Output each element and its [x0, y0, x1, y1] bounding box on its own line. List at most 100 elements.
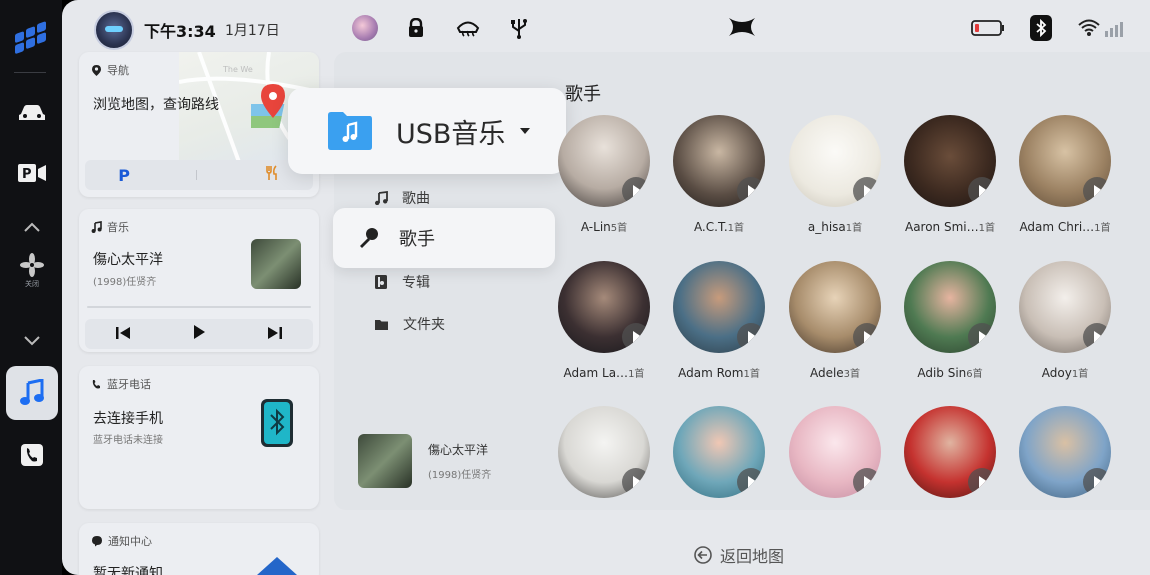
play-icon[interactable] — [192, 324, 206, 344]
progress-bar[interactable] — [87, 306, 311, 308]
nav-card-header: 导航 — [91, 62, 129, 78]
artist-photo — [558, 115, 650, 207]
play-icon[interactable] — [1083, 468, 1111, 496]
music-card-header: 音乐 — [91, 219, 129, 235]
navigation-card[interactable]: The We 导航 浏览地图，查询路线 P — [79, 52, 319, 197]
menu-songs[interactable]: 歌曲 — [374, 188, 430, 208]
play-icon[interactable] — [622, 468, 650, 496]
fan-button[interactable]: 关闭 — [6, 248, 58, 294]
artist-item[interactable] — [895, 406, 1005, 498]
play-icon[interactable] — [968, 468, 996, 496]
defrost-icon[interactable] — [454, 14, 482, 42]
car-icon[interactable] — [6, 90, 58, 136]
artist-item[interactable]: Adele3首 — [780, 261, 890, 380]
usb-icon[interactable] — [505, 14, 533, 42]
artist-item[interactable]: A-Lin5首 — [549, 115, 659, 234]
nav-divider — [196, 170, 198, 180]
bluetooth-phone-icon — [260, 398, 294, 452]
side-dock: P 关闭 — [0, 0, 62, 575]
artist-name: A.C.T. — [693, 220, 728, 234]
artist-name: Adele — [809, 366, 844, 380]
artist-photo — [673, 261, 765, 353]
play-icon[interactable] — [1083, 323, 1111, 351]
fan-label: 关闭 — [25, 280, 39, 288]
now-playing[interactable]: 傷心太平洋 (1998)任贤齐 — [358, 434, 491, 488]
artist-item[interactable]: Adoy1首 — [1010, 261, 1120, 380]
play-icon[interactable] — [968, 177, 996, 205]
bluetooth-icon[interactable] — [1027, 14, 1055, 42]
apps-grid-icon[interactable] — [6, 12, 58, 58]
menu-singers[interactable]: 歌手 — [333, 208, 555, 268]
phone-card[interactable]: 蓝牙电话 去连接手机 蓝牙电话未连接 — [79, 366, 319, 509]
back-arrow-icon — [694, 546, 712, 564]
play-icon[interactable] — [853, 177, 881, 205]
menu-singers-label: 歌手 — [399, 229, 435, 250]
play-icon[interactable] — [737, 468, 765, 496]
play-icon[interactable] — [1083, 177, 1111, 205]
artist-photo — [789, 115, 881, 207]
artist-photo — [1019, 406, 1111, 498]
music-card-subtitle: (1998)任贤齐 — [93, 277, 157, 288]
phone-dock-button[interactable] — [6, 432, 58, 478]
parking-icon[interactable]: P — [118, 166, 130, 185]
next-icon[interactable] — [267, 325, 283, 344]
source-selector[interactable]: USB音乐 — [288, 88, 566, 174]
chevron-up-icon[interactable] — [6, 204, 58, 250]
artist-photo — [673, 115, 765, 207]
menu-songs-label: 歌曲 — [402, 191, 430, 207]
artist-caption: Adoy1首 — [1010, 365, 1120, 380]
artist-item[interactable] — [549, 406, 659, 498]
artist-item[interactable]: A.C.T.1首 — [664, 115, 774, 234]
music-icon — [20, 379, 44, 405]
artist-item[interactable]: Adam Rom1首 — [664, 261, 774, 380]
restaurant-icon[interactable] — [264, 165, 280, 185]
play-icon[interactable] — [853, 468, 881, 496]
artist-item[interactable]: Adam Chri…1首 — [1010, 115, 1120, 234]
artist-photo — [904, 115, 996, 207]
play-icon[interactable] — [968, 323, 996, 351]
previous-icon[interactable] — [115, 325, 131, 344]
chevron-down-icon[interactable] — [6, 318, 58, 364]
artist-song-count: 1首 — [743, 369, 760, 380]
music-card[interactable]: 音乐 傷心太平洋 (1998)任贤齐 — [79, 209, 319, 352]
artist-item[interactable] — [780, 406, 890, 498]
play-icon[interactable] — [853, 323, 881, 351]
artist-caption: Adele3首 — [780, 365, 890, 380]
menu-albums[interactable]: 专辑 — [374, 272, 430, 292]
artist-photo — [558, 261, 650, 353]
artist-item[interactable] — [664, 406, 774, 498]
back-to-map-button[interactable]: 返回地图 — [694, 543, 784, 567]
artist-caption: Adib Sin6首 — [895, 365, 1005, 380]
play-icon[interactable] — [622, 177, 650, 205]
notify-card-label: 通知中心 — [108, 535, 152, 548]
artist-song-count: 5首 — [610, 223, 628, 234]
fan-icon — [20, 253, 44, 277]
profile-icon[interactable] — [351, 14, 379, 42]
artist-item[interactable] — [1010, 406, 1120, 498]
artist-song-count: 1首 — [727, 223, 745, 234]
artist-photo — [1019, 115, 1111, 207]
artist-caption: Adam La…1首 — [549, 365, 659, 380]
lock-icon[interactable] — [402, 14, 430, 42]
artist-item[interactable]: Aaron Smi…1首 — [895, 115, 1005, 234]
play-icon[interactable] — [737, 177, 765, 205]
artist-name: Adam La… — [563, 366, 629, 380]
status-bar: 下午3:34 1月17日 — [62, 0, 1150, 56]
menu-folders[interactable]: 文件夹 — [374, 314, 445, 334]
phone-card-title: 去连接手机 — [93, 411, 163, 427]
artist-name: Aaron Smi… — [904, 220, 979, 234]
folder-icon — [375, 319, 388, 330]
notification-card[interactable]: 通知中心 暂无新通知 — [79, 523, 319, 575]
artist-item[interactable]: Adib Sin6首 — [895, 261, 1005, 380]
artist-photo — [789, 261, 881, 353]
battery-icon — [970, 14, 1006, 42]
artist-item[interactable]: Adam La…1首 — [549, 261, 659, 380]
play-icon[interactable] — [737, 323, 765, 351]
music-dock-button[interactable] — [6, 366, 58, 420]
avatar-icon[interactable] — [94, 10, 134, 50]
artist-item[interactable]: a_hisa1首 — [780, 115, 890, 234]
artist-caption: A.C.T.1首 — [664, 219, 774, 234]
parking-camera-icon[interactable]: P — [6, 150, 58, 196]
play-icon[interactable] — [622, 323, 650, 351]
menu-albums-label: 专辑 — [402, 275, 430, 291]
